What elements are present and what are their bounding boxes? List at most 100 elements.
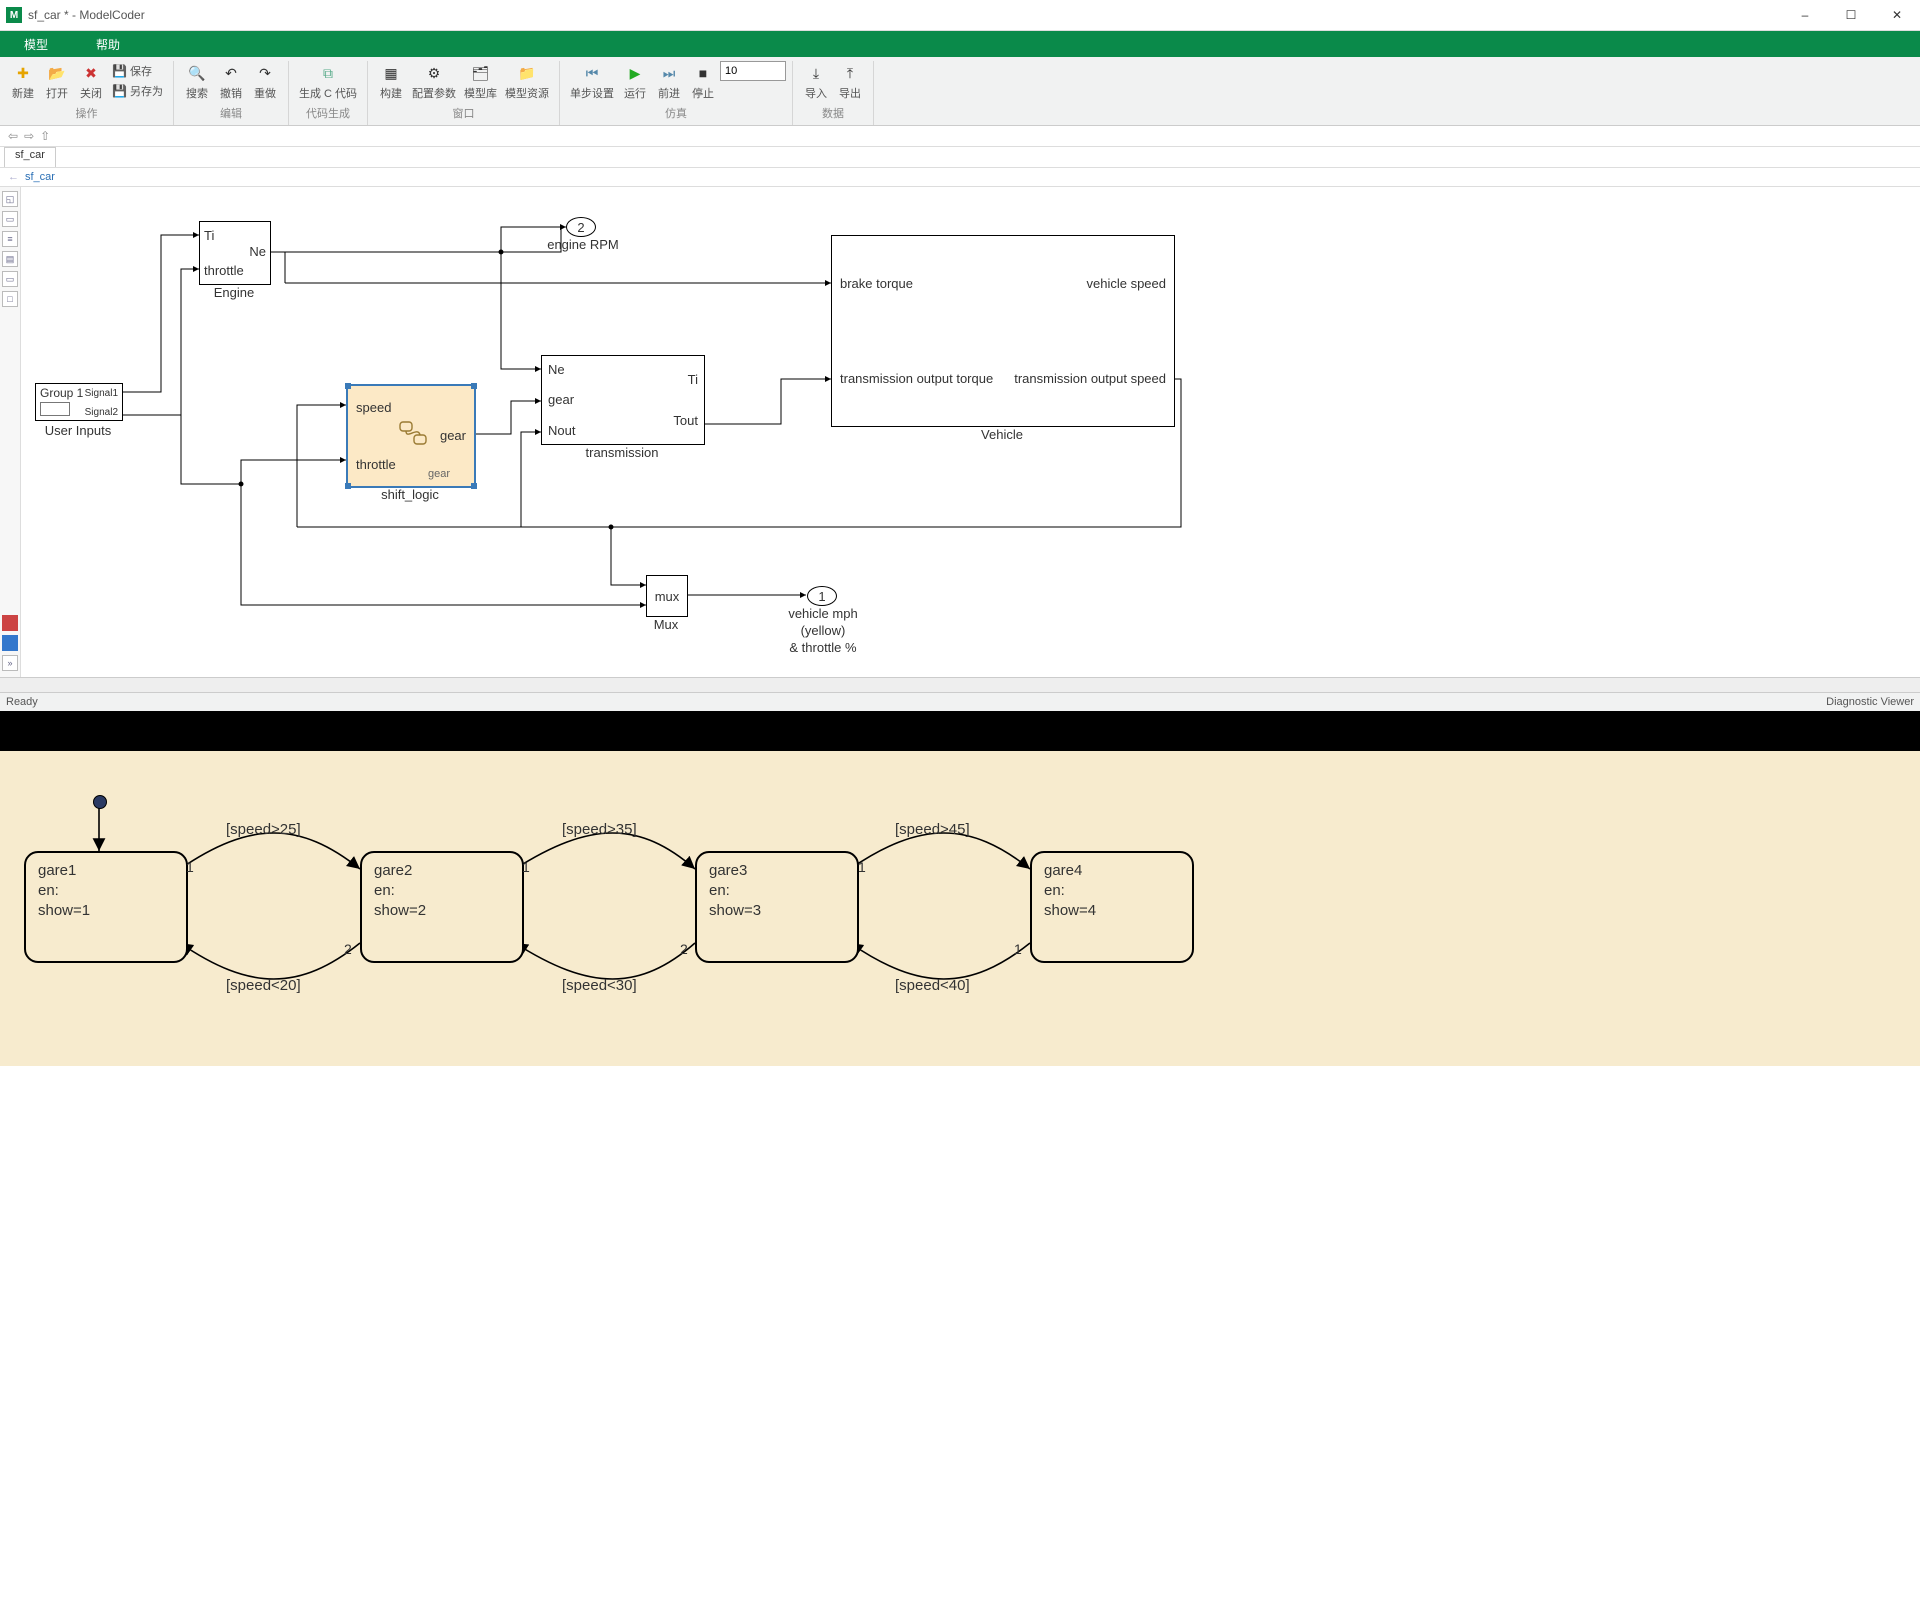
group-label-data: 数据 — [822, 105, 844, 121]
nav-forward-icon[interactable]: ⇨ — [24, 129, 34, 143]
user-inputs-title: Group 1 — [40, 386, 83, 400]
x-icon: ✖ — [81, 63, 101, 83]
block-palette: ◱ ▭ ≡ ▤ ▭ □ » — [0, 187, 21, 677]
palette-blue-icon[interactable] — [2, 635, 18, 651]
search-button[interactable]: 🔍搜索 — [184, 63, 210, 101]
sim-time-input[interactable] — [720, 61, 786, 81]
menu-model[interactable]: 模型 — [0, 31, 72, 57]
block-engine[interactable]: Ti throttle Ne — [199, 221, 271, 285]
model-canvas[interactable]: Group 1 Signal1 Signal2 User Inputs Ti t… — [21, 187, 1920, 677]
ribbon-group-window: ▦构建 ⚙配置参数 🗂模型库 📁模型资源 窗口 — [368, 61, 560, 125]
saveas-icon: 💾 — [112, 84, 127, 98]
label-vehicle: Vehicle — [831, 427, 1173, 442]
trans-order-34: 1 — [858, 859, 866, 875]
state1-body: en: show=1 — [38, 881, 174, 921]
minimize-button[interactable]: – — [1782, 0, 1828, 30]
import-icon: ⤓ — [806, 63, 826, 83]
import-button[interactable]: ⤓导入 — [803, 63, 829, 101]
redo-icon: ↷ — [255, 63, 275, 83]
label-transmission: transmission — [541, 445, 703, 460]
new-button[interactable]: ✚新建 — [10, 63, 36, 101]
state-gare2[interactable]: gare2 en: show=2 — [360, 851, 524, 963]
status-left: Ready — [6, 696, 38, 708]
library-button[interactable]: 🗂模型库 — [464, 63, 497, 101]
palette-tool-2[interactable]: ▭ — [2, 211, 18, 227]
workspace: ◱ ▭ ≡ ▤ ▭ □ » — [0, 187, 1920, 677]
folder-open-icon: 📂 — [47, 63, 67, 83]
nav-up-icon[interactable]: ⇧ — [40, 129, 50, 143]
close-button[interactable]: ✖关闭 — [78, 63, 104, 101]
group-label-window: 窗口 — [453, 105, 475, 121]
ribbon-group-edit: 🔍搜索 ↶撤销 ↷重做 编辑 — [174, 61, 289, 125]
label-mux: Mux — [646, 617, 686, 632]
vehicle-port-speed: vehicle speed — [1087, 276, 1167, 291]
palette-tool-4[interactable]: ▤ — [2, 251, 18, 267]
palette-expand-icon[interactable]: » — [2, 655, 18, 671]
state2-name: gare2 — [374, 861, 510, 881]
block-vehicle[interactable]: brake torque transmission output torque … — [831, 235, 1175, 427]
menu-help[interactable]: 帮助 — [72, 31, 144, 57]
trans-port-ne: Ne — [548, 362, 565, 377]
palette-tool-3[interactable]: ≡ — [2, 231, 18, 247]
label-shift-logic: shift_logic — [347, 487, 473, 502]
outport-engine-rpm[interactable]: 2 — [566, 217, 596, 237]
gear-icon: ⚙ — [424, 63, 444, 83]
cond-34: [speed>45] — [895, 821, 970, 838]
config-button[interactable]: ⚙配置参数 — [412, 63, 456, 101]
block-user-inputs[interactable]: Group 1 Signal1 Signal2 — [35, 383, 123, 421]
statechart-panel[interactable]: gare1 en: show=1 gare2 en: show=2 gare3 … — [0, 751, 1920, 1066]
export-icon: ⤒ — [840, 63, 860, 83]
title-bar: M sf_car * - ModelCoder – ☐ ✕ — [0, 0, 1920, 31]
nav-back-icon[interactable]: ⇦ — [8, 129, 18, 143]
step-setup-button[interactable]: ⏮单步设置 — [570, 63, 614, 101]
save-button[interactable]: 💾保存 — [112, 63, 163, 79]
mux-text: mux — [655, 589, 680, 604]
outport-vehicle-mph[interactable]: 1 — [807, 586, 837, 606]
state-gare3[interactable]: gare3 en: show=3 — [695, 851, 859, 963]
palette-tool-5[interactable]: ▭ — [2, 271, 18, 287]
breadcrumb[interactable]: ← sf_car — [0, 168, 1920, 187]
ribbon: ✚新建 📂打开 ✖关闭 💾保存 💾另存为 操作 🔍搜索 ↶撤销 ↷重做 编辑 ⧉… — [0, 57, 1920, 126]
close-window-button[interactable]: ✕ — [1874, 0, 1920, 30]
forward-icon: ⏭ — [659, 63, 679, 83]
stop-button[interactable]: ■停止 — [690, 63, 716, 101]
undo-button[interactable]: ↶撤销 — [218, 63, 244, 101]
block-shift-logic[interactable]: speed throttle gear gear — [347, 385, 475, 487]
redo-button[interactable]: ↷重做 — [252, 63, 278, 101]
block-transmission[interactable]: Ne gear Nout Ti Tout — [541, 355, 705, 445]
state-gare1[interactable]: gare1 en: show=1 — [24, 851, 188, 963]
export-button[interactable]: ⤒导出 — [837, 63, 863, 101]
nav-row: ⇦ ⇨ ⇧ — [0, 126, 1920, 147]
engine-port-ti: Ti — [204, 228, 214, 243]
open-button[interactable]: 📂打开 — [44, 63, 70, 101]
app-logo: M — [6, 7, 22, 23]
palette-record-icon[interactable] — [2, 615, 18, 631]
saveas-button[interactable]: 💾另存为 — [112, 83, 163, 99]
state4-name: gare4 — [1044, 861, 1180, 881]
forward-button[interactable]: ⏭前进 — [656, 63, 682, 101]
palette-tool-6[interactable]: □ — [2, 291, 18, 307]
ribbon-group-operate: ✚新建 📂打开 ✖关闭 💾保存 💾另存为 操作 — [0, 61, 174, 125]
maximize-button[interactable]: ☐ — [1828, 0, 1874, 30]
tab-sf-car[interactable]: sf_car — [4, 147, 56, 167]
run-button[interactable]: ▶运行 — [622, 63, 648, 101]
ribbon-group-sim: ⏮单步设置 ▶运行 ⏭前进 ■停止 仿真 — [560, 61, 793, 125]
gen-c-button[interactable]: ⧉生成 C 代码 — [299, 63, 357, 101]
user-inputs-sig1: Signal1 — [85, 388, 118, 399]
engine-port-ne: Ne — [249, 244, 266, 259]
tab-row: sf_car — [0, 147, 1920, 168]
crumb-text[interactable]: sf_car — [25, 171, 55, 183]
build-button[interactable]: ▦构建 — [378, 63, 404, 101]
palette-tool-1[interactable]: ◱ — [2, 191, 18, 207]
state4-body: en: show=4 — [1044, 881, 1180, 921]
status-right[interactable]: Diagnostic Viewer — [1826, 696, 1914, 708]
horizontal-scrollbar[interactable] — [0, 677, 1920, 692]
label-engine: Engine — [199, 285, 269, 300]
state-gare4[interactable]: gare4 en: show=4 — [1030, 851, 1194, 963]
trans-order-12: 1 — [186, 859, 194, 875]
resources-button[interactable]: 📁模型资源 — [505, 63, 549, 101]
ribbon-group-codegen: ⧉生成 C 代码 代码生成 — [289, 61, 368, 125]
block-mux[interactable]: mux — [646, 575, 688, 617]
window-title: sf_car * - ModelCoder — [28, 8, 1782, 22]
crumb-back-icon[interactable]: ← — [8, 171, 19, 183]
